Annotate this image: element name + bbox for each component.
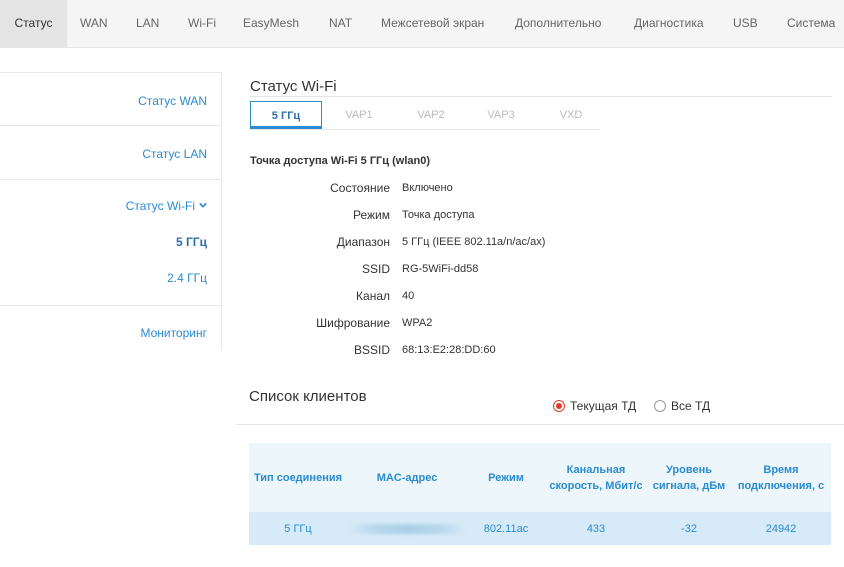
mode-value: Точка доступа [402,209,475,221]
tab-easymesh[interactable]: EasyMesh [243,0,299,47]
cell-connection-type: 5 ГГц [249,512,347,545]
tab-system[interactable]: Система [787,0,835,47]
subtab-underline [250,129,600,130]
tab-nat[interactable]: NAT [329,0,352,47]
encryption-value: WPA2 [402,317,433,329]
subtab-vxd[interactable]: VXD [546,101,596,129]
access-point-title: Точка доступа Wi-Fi 5 ГГц (wlan0) [250,155,431,167]
tab-usb[interactable]: USB [733,0,758,47]
radio-label: Все ТД [671,399,711,413]
subtab-vap1[interactable]: VAP1 [334,101,384,129]
blurred-mac-address [348,523,466,534]
tab-status[interactable]: Статус [0,0,67,47]
sidebar-divider [0,72,222,73]
sidebar-item-monitoring[interactable]: Мониторинг [140,326,207,340]
header-link-rate: Канальная скорость, Мбит/с [545,443,647,512]
cell-mac [347,512,467,545]
subtab-5ghz[interactable]: 5 ГГц [250,101,322,129]
cell-signal: -32 [647,512,731,545]
subtab-vap3[interactable]: VAP3 [476,101,526,129]
radio-label: Текущая ТД [570,399,637,413]
sidebar-item-24ghz[interactable]: 2.4 ГГц [167,271,207,285]
wifi-status-title: Статус Wi-Fi [250,78,337,95]
table-row: 5 ГГц 802.11ac 433 -32 24942 [249,512,831,545]
header-connection-time: Время подключения, с [731,443,831,512]
section-divider [236,424,844,425]
sidebar-item-label: Статус Wi-Fi [125,199,195,213]
cell-connection-time: 24942 [731,512,831,545]
header-connection-type: Тип соединения [249,443,347,512]
bssid-value: 68:13:E2:28:DD:60 [402,344,496,356]
sidebar: Статус WAN Статус LAN Статус Wi-Fi 5 ГГц… [0,72,222,350]
state-value: Включено [402,182,453,194]
channel-label: Канал [356,289,390,303]
sidebar-divider [0,305,222,306]
section-divider [250,96,832,97]
sidebar-item-5ghz[interactable]: 5 ГГц [176,235,207,249]
mode-label: Режим [353,208,390,222]
cell-link-rate: 433 [545,512,647,545]
radio-current-ap[interactable]: Текущая ТД [553,399,636,413]
sidebar-divider [0,179,222,180]
band-label: Диапазон [336,235,390,249]
tab-wan[interactable]: WAN [80,0,108,47]
radio-unselected-icon [654,400,666,412]
top-navigation: Статус WAN LAN Wi-Fi EasyMesh NAT Межсет… [0,0,844,48]
sidebar-item-wifi-status[interactable]: Статус Wi-Fi [126,199,207,213]
ssid-value: RG-5WiFi-dd58 [402,263,479,275]
state-label: Состояние [330,181,390,195]
tab-firewall[interactable]: Межсетевой экран [381,0,484,47]
band-value: 5 ГГц (IEEE 802.11a/n/ac/ax) [402,236,546,248]
sidebar-item-lan-status[interactable]: Статус LAN [142,147,207,161]
channel-value: 40 [402,290,415,302]
tab-diagnostics[interactable]: Диагностика [634,0,704,47]
header-mode: Режим [467,443,545,512]
subtab-vap2[interactable]: VAP2 [406,101,456,129]
sidebar-divider [0,125,222,126]
encryption-label: Шифрование [316,316,390,330]
header-signal-level: Уровень сигнала, дБм [647,443,731,512]
ssid-label: SSID [361,262,390,276]
table-header-row: Тип соединения MAC-адрес Режим Канальная… [249,443,831,512]
tab-lan[interactable]: LAN [136,0,159,47]
clients-table: Тип соединения MAC-адрес Режим Канальная… [249,443,831,545]
chevron-down-icon [199,202,207,208]
radio-selected-icon [553,400,565,412]
tab-advanced[interactable]: Дополнительно [515,0,601,47]
sidebar-item-wan-status[interactable]: Статус WAN [138,94,207,108]
bssid-label: BSSID [353,343,390,357]
header-mac: MAC-адрес [347,443,467,512]
tab-wifi[interactable]: Wi-Fi [188,0,216,47]
client-list-title: Список клиентов [249,388,367,405]
radio-all-ap[interactable]: Все ТД [654,399,710,413]
cell-mode: 802.11ac [467,512,545,545]
